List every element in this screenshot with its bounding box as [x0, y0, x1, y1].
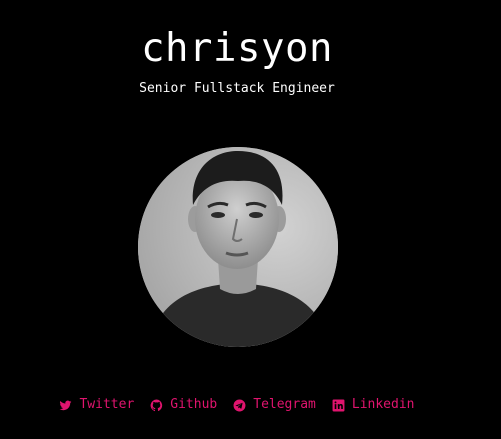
telegram-icon [233, 399, 246, 411]
profile-name: chrisyon [141, 26, 333, 71]
profile-role: Senior Fullstack Engineer [139, 81, 335, 96]
twitter-link[interactable]: Twitter [59, 396, 134, 414]
github-link-label: Github [170, 397, 218, 412]
github-icon [150, 399, 163, 411]
linkedin-link-label: Linkedin [351, 397, 415, 412]
telegram-link-label: Telegram [253, 397, 316, 412]
linkedin-icon [332, 399, 345, 411]
linkedin-link[interactable]: Linkedin [332, 396, 415, 414]
github-link[interactable]: Github [150, 396, 217, 414]
avatar-photo [138, 147, 338, 347]
social-links: Twitter Github Telegram Linkedin [0, 396, 474, 414]
avatar [138, 147, 338, 347]
twitter-icon [60, 400, 72, 410]
twitter-link-label: Twitter [79, 397, 135, 412]
telegram-link[interactable]: Telegram [233, 396, 316, 414]
